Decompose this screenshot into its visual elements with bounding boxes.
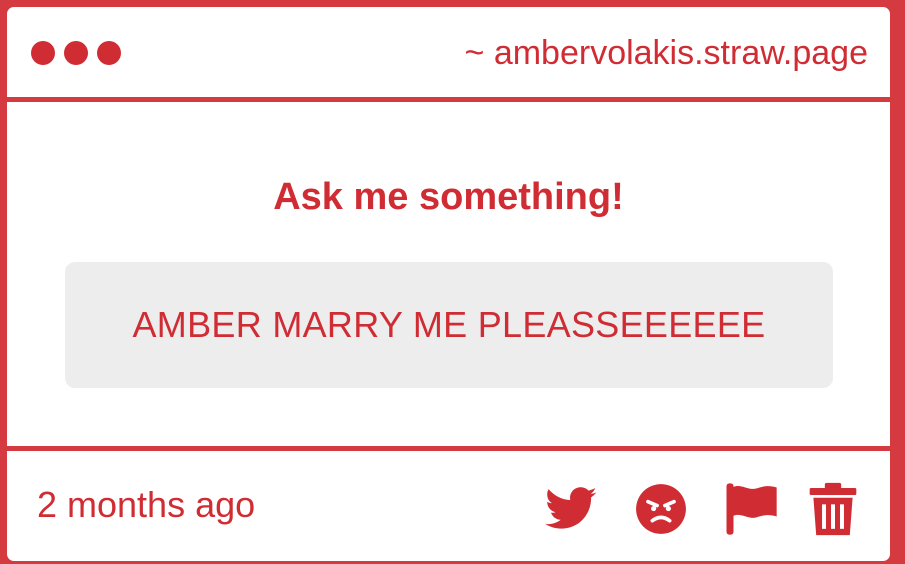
page-url[interactable]: ~ ambervolakis.straw.page: [465, 33, 868, 73]
flag-icon[interactable]: [723, 481, 779, 537]
window-dot-maximize[interactable]: [97, 41, 121, 65]
window-dot-minimize[interactable]: [64, 41, 88, 65]
question-card: ~ ambervolakis.straw.page Ask me somethi…: [4, 4, 893, 564]
window-titlebar: ~ ambervolakis.straw.page: [7, 7, 890, 102]
angry-face-icon[interactable]: [635, 483, 687, 535]
window-dot-close[interactable]: [31, 41, 55, 65]
twitter-icon[interactable]: [543, 481, 599, 537]
window-controls: [31, 41, 121, 65]
trash-icon[interactable]: [805, 481, 861, 537]
timestamp: 2 months ago: [37, 484, 256, 525]
question-box: AMBER MARRY ME PLEASSEEEEEE: [65, 262, 833, 388]
action-icons: [543, 481, 863, 541]
prompt-heading: Ask me something!: [273, 176, 624, 218]
card-footer: 2 months ago: [7, 451, 890, 561]
question-content: Ask me something! AMBER MARRY ME PLEASSE…: [7, 102, 890, 451]
question-text: AMBER MARRY ME PLEASSEEEEEE: [132, 304, 766, 345]
